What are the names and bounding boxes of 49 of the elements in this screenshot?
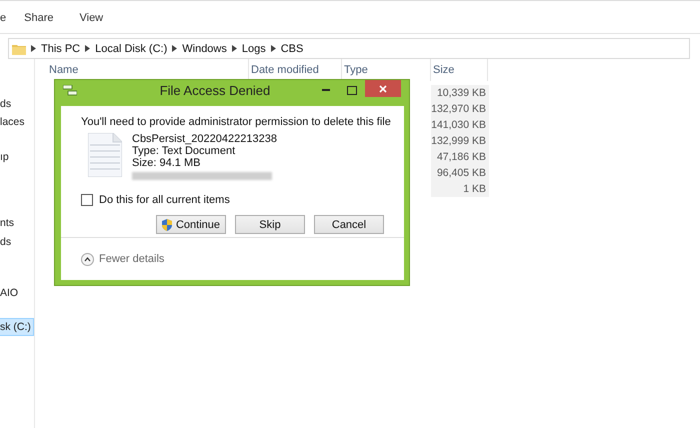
ribbon-tab[interactable]: Share [24,12,54,24]
chevron-icon [85,45,90,52]
ribbon-tab[interactable]: View [79,12,104,24]
size-cell: 132,999 KB [431,133,489,150]
file-name: CbsPersist_20220422213238 [132,133,277,145]
file-size: Size: 94.1 MB [132,157,202,169]
close-icon [379,84,387,92]
nav-item[interactable]: ds [0,95,34,113]
nav-item[interactable]: ıp [0,148,34,166]
breadcrumb[interactable]: Local Disk (C:) [95,42,168,54]
shield-icon [162,218,172,230]
size-cell: 10,339 KB [431,85,489,102]
dialog-button[interactable]: Skip [235,215,305,234]
close-button[interactable] [365,80,401,97]
breadcrumb[interactable]: CBS [280,42,304,54]
ribbon-tab[interactable]: e [0,12,6,24]
checkbox[interactable] [81,194,93,206]
permission-message: You'll need to provide administrator permission to delete this file [80,115,392,128]
checkbox-label: Do this for all current items [99,194,230,206]
nav-item[interactable]: laces [0,113,34,131]
details-toggle[interactable]: Fewer details [81,252,164,266]
folder-icon [12,42,26,54]
chevron-icon [31,45,36,52]
chevron-icon [172,45,178,52]
nav-item[interactable]: nts [0,214,34,232]
dialog-title: File Access Denied [158,83,272,98]
chevron-circle-icon [81,252,94,266]
breadcrumb[interactable]: Logs [242,42,266,54]
file-type: Type: Text Document [132,145,236,157]
maximize-icon[interactable] [347,86,357,95]
size-cell: 132,970 KB [431,101,489,118]
column-header[interactable]: Size [431,59,488,81]
breadcrumb[interactable]: This PC [41,42,80,54]
nav-item[interactable]: ds [0,233,34,251]
chevron-icon [270,45,276,52]
transfer-icon [63,85,77,96]
chevron-icon [232,45,237,52]
nav-item[interactable]: AIO [0,284,34,302]
address-bar[interactable]: This PC Local Disk (C:) Windows Logs CBS [8,38,690,59]
size-cell: 96,405 KB [431,165,489,182]
minimize-icon[interactable] [322,89,330,92]
size-cell: 47,186 KB [431,149,489,166]
size-cell: 1 KB [431,181,489,198]
nav-item[interactable]: sk (C:) [0,318,34,336]
breadcrumb[interactable]: Windows [182,42,227,54]
size-cell: 141,030 KB [431,117,489,134]
document-icon [88,133,122,177]
dialog-button[interactable]: Cancel [314,215,384,234]
dialog-button[interactable]: Continue [156,215,226,234]
